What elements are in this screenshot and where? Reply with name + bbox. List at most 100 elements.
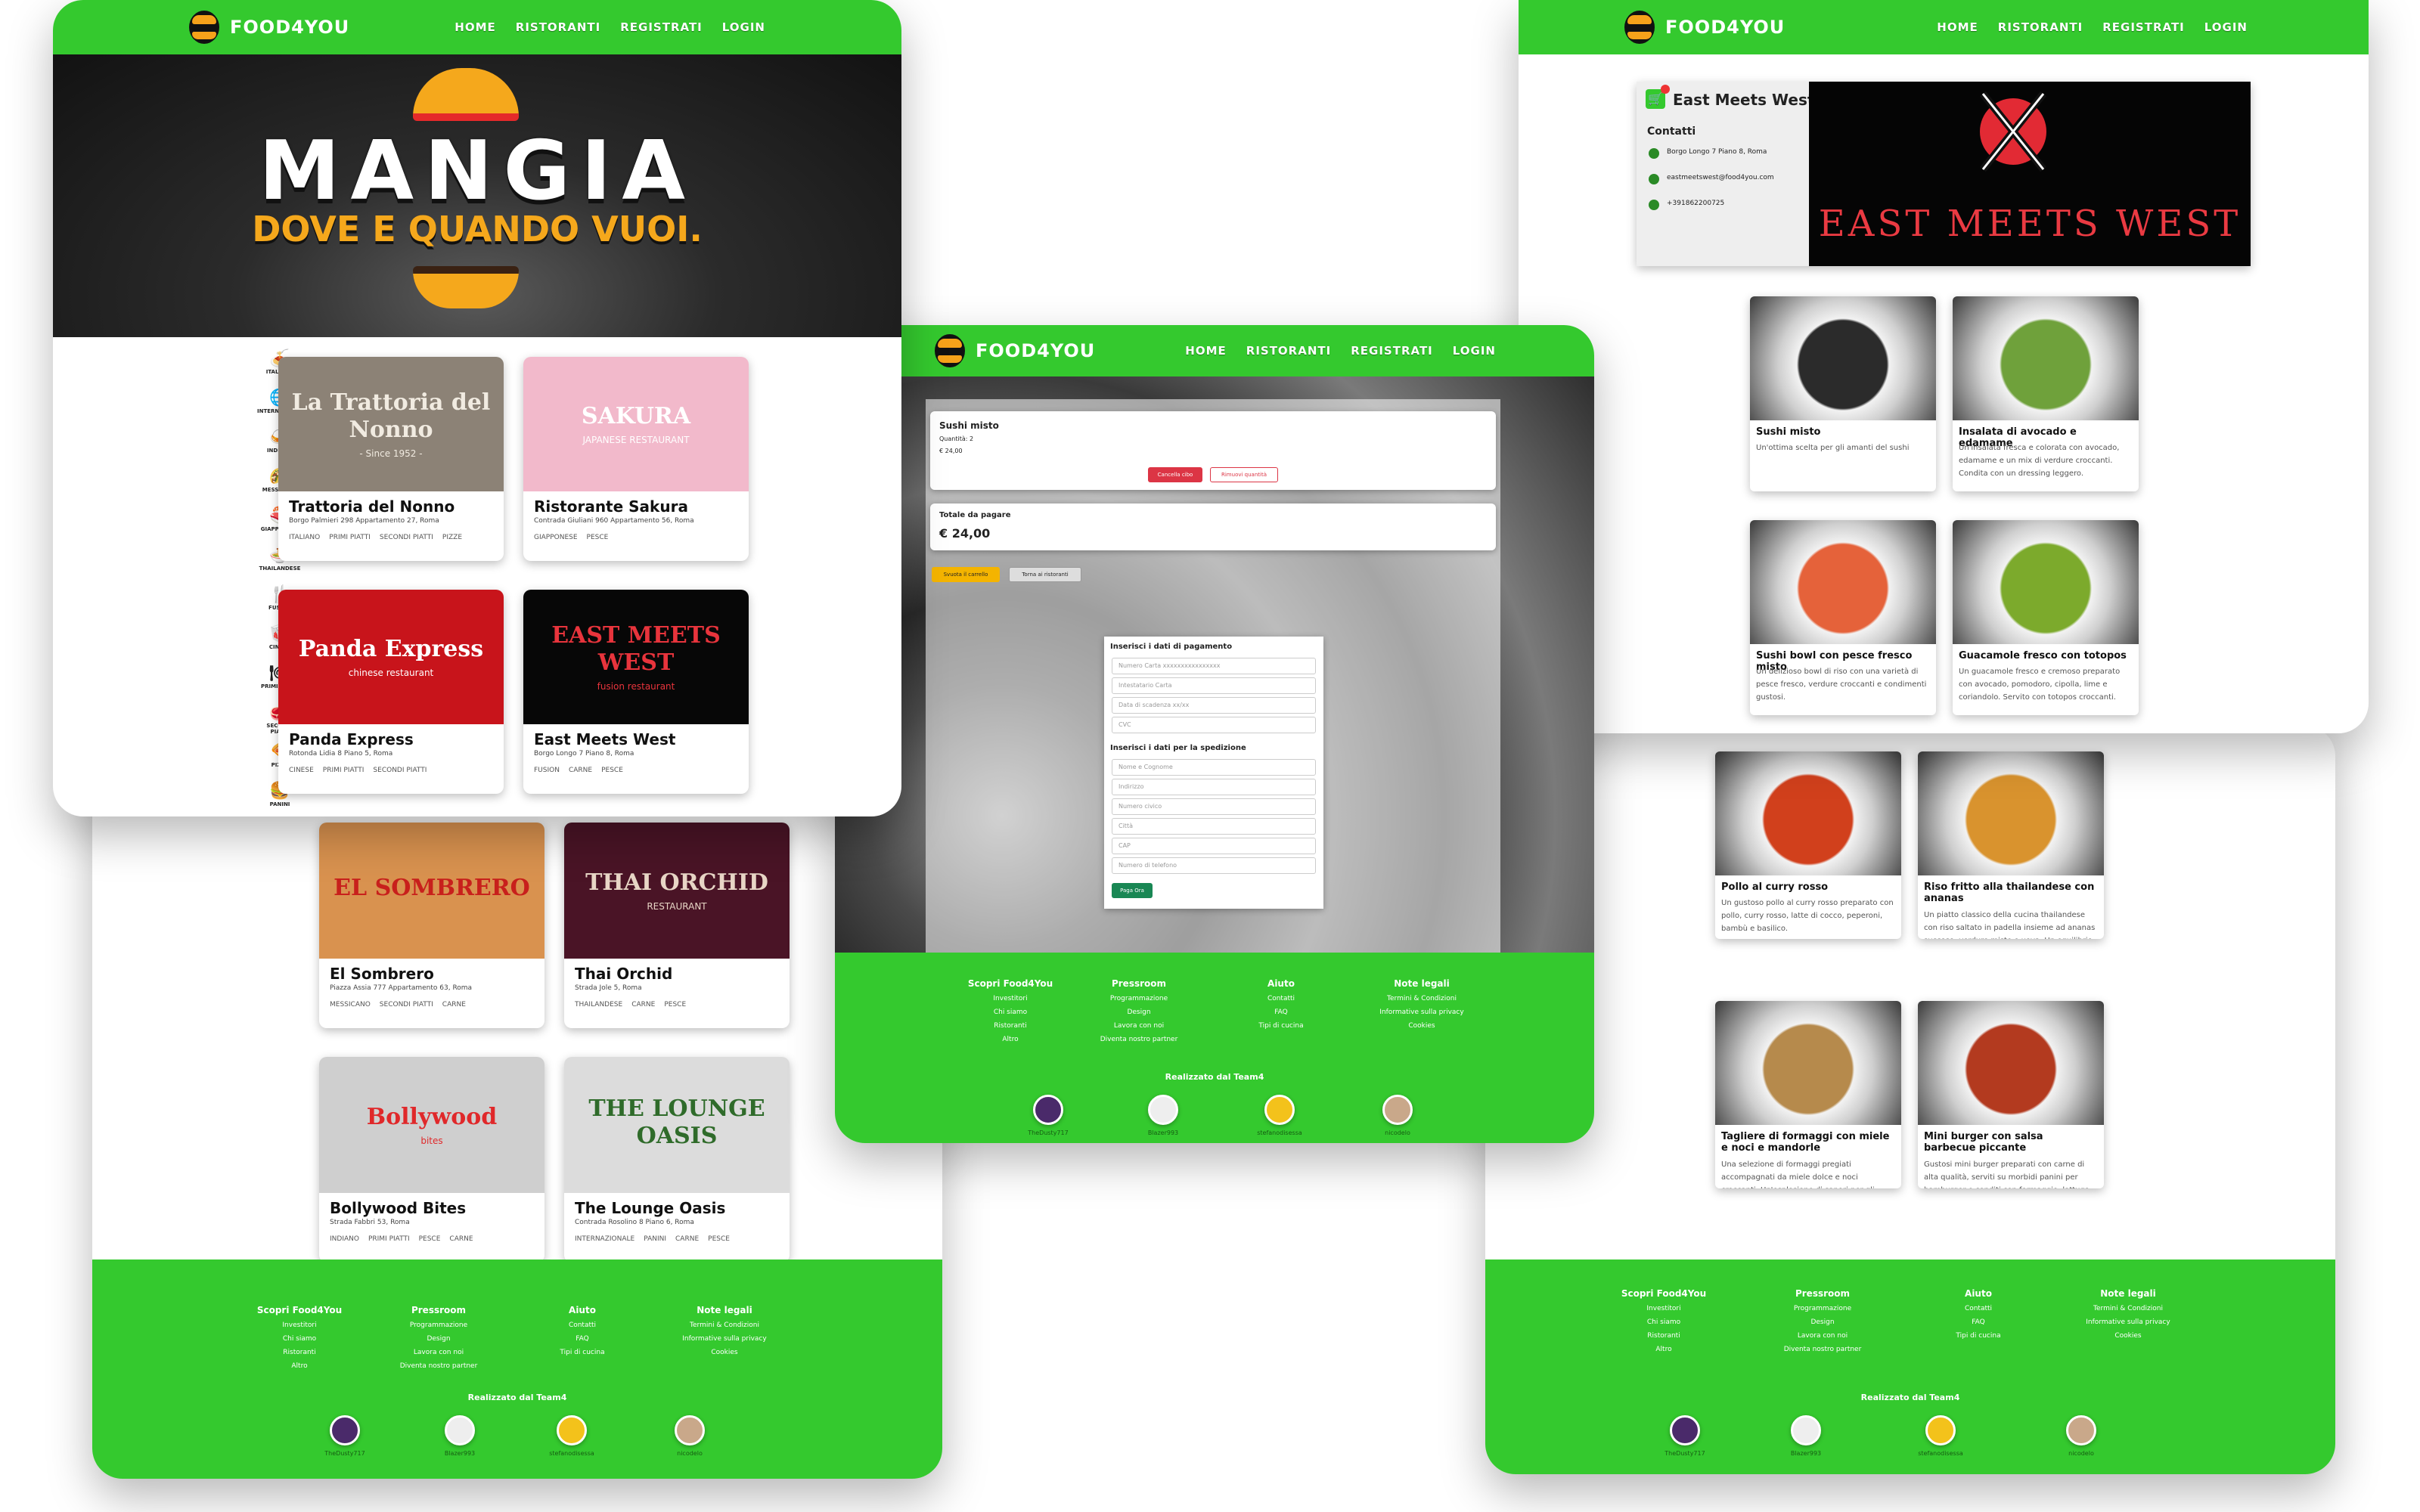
team-member-avatar[interactable] <box>675 1415 705 1445</box>
payment-input[interactable]: CVC <box>1112 717 1316 733</box>
restaurant-card[interactable]: EL SOMBRERO El Sombrero Piazza Assia 777 A… <box>319 823 544 1028</box>
footer-link[interactable]: Lavora con noi <box>386 1346 492 1359</box>
team-member-name[interactable]: nicodelo <box>2040 1450 2123 1457</box>
footer-link[interactable]: Design <box>1086 1005 1192 1019</box>
team-member-avatar[interactable] <box>1925 1415 1956 1445</box>
team-member-avatar[interactable] <box>330 1415 360 1445</box>
footer-link[interactable]: Cookies <box>1369 1019 1475 1033</box>
shipping-input[interactable]: CAP <box>1112 838 1316 854</box>
footer-link[interactable]: Altro <box>1611 1343 1717 1356</box>
category-tag[interactable]: CARNE <box>631 1001 655 1009</box>
category-tag[interactable]: PIZZE <box>442 534 462 541</box>
restaurant-name[interactable]: East Meets West <box>534 730 741 748</box>
category-tag[interactable]: CARNE <box>442 1001 466 1009</box>
contact-email[interactable]: eastmeetswest@food4you.com <box>1667 174 1774 181</box>
restaurant-card[interactable]: SAKURA JAPANESE RESTAURANT Ristorante Saku… <box>523 357 749 561</box>
category-tag[interactable]: INDIANO <box>330 1235 359 1243</box>
shipping-input[interactable]: Città <box>1112 818 1316 835</box>
footer-link[interactable]: Investitori <box>1611 1302 1717 1315</box>
category-tag[interactable]: SECONDI PIATTI <box>380 1001 433 1009</box>
dish-card[interactable]: Pollo al curry rosso Un gustoso pollo al … <box>1715 751 1901 939</box>
footer-link[interactable]: Chi siamo <box>1611 1315 1717 1329</box>
footer-link[interactable]: Programmazione <box>386 1318 492 1332</box>
footer-link[interactable]: Investitori <box>957 992 1063 1005</box>
footer-link[interactable]: Lavora con noi <box>1086 1019 1192 1033</box>
dish-card[interactable]: Mini burger con salsa barbecue piccante G… <box>1918 1001 2104 1188</box>
category-tag[interactable]: SECONDI PIATTI <box>380 534 433 541</box>
team-member-name[interactable]: TheDusty717 <box>303 1450 386 1457</box>
restaurant-card[interactable]: EAST MEETS WEST fusion restaurant East Mee… <box>523 590 749 794</box>
team-member-avatar[interactable] <box>1264 1095 1295 1125</box>
footer-link[interactable]: Contatti <box>1925 1302 2031 1315</box>
nav-home[interactable]: HOME <box>1937 20 1978 34</box>
category-tag[interactable]: CINESE <box>289 767 314 774</box>
footer-link[interactable]: Diventa nostro partner <box>1770 1343 1876 1356</box>
nav-login[interactable]: LOGIN <box>722 20 765 34</box>
category-tag[interactable]: CARNE <box>675 1235 699 1243</box>
footer-link[interactable]: Tipi di cucina <box>529 1346 635 1359</box>
dish-card[interactable]: Sushi misto Un'ottima scelta per gli aman… <box>1750 296 1936 491</box>
category-tag[interactable]: THAILANDESE <box>575 1001 622 1009</box>
category-tag[interactable]: INTERNAZIONALE <box>575 1235 634 1243</box>
brand-logo[interactable]: FOOD4YOU <box>935 334 1095 367</box>
nav-home[interactable]: HOME <box>455 20 495 34</box>
footer-link[interactable]: Termini & Condizioni <box>672 1318 777 1332</box>
category-tag[interactable]: GIAPPONESE <box>534 534 578 541</box>
cart-icon[interactable]: 🛒 <box>1646 85 1670 109</box>
footer-link[interactable]: Diventa nostro partner <box>1086 1033 1192 1046</box>
team-member-avatar[interactable] <box>445 1415 475 1445</box>
category-tag[interactable]: PESCE <box>601 767 623 774</box>
category-tag[interactable]: PRIMI PIATTI <box>329 534 371 541</box>
shipping-input[interactable]: Numero di telefono <box>1112 857 1316 874</box>
brand-logo[interactable]: FOOD4YOU <box>189 11 349 44</box>
team-member-avatar[interactable] <box>1148 1095 1178 1125</box>
shipping-input[interactable]: Numero civico <box>1112 798 1316 815</box>
category-tag[interactable]: SECONDI PIATTI <box>373 767 427 774</box>
empty-cart-button[interactable]: Svuota il carrello <box>932 567 1000 582</box>
nav-login[interactable]: LOGIN <box>1453 344 1496 358</box>
team-member-avatar[interactable] <box>1033 1095 1063 1125</box>
category-tag[interactable]: PANINI <box>644 1235 666 1243</box>
team-member-avatar[interactable] <box>2066 1415 2096 1445</box>
footer-link[interactable]: Chi siamo <box>957 1005 1063 1019</box>
nav-ristoranti[interactable]: RISTORANTI <box>1246 344 1331 358</box>
footer-link[interactable]: Design <box>386 1332 492 1346</box>
footer-link[interactable]: Investitori <box>247 1318 352 1332</box>
footer-link[interactable]: Contatti <box>1228 992 1334 1005</box>
team-member-avatar[interactable] <box>1670 1415 1700 1445</box>
category-tag[interactable]: ITALIANO <box>289 534 320 541</box>
restaurant-card[interactable]: THE LOUNGE OASIS The Lounge Oasis Contrada… <box>564 1057 790 1263</box>
footer-link[interactable]: Termini & Condizioni <box>2075 1302 2181 1315</box>
category-tag[interactable]: PRIMI PIATTI <box>368 1235 410 1243</box>
payment-input[interactable]: Numero Carta xxxxxxxxxxxxxxxx <box>1112 658 1316 674</box>
brand-logo[interactable]: FOOD4YOU <box>1624 11 1785 44</box>
footer-link[interactable]: Cookies <box>672 1346 777 1359</box>
footer-link[interactable]: Contatti <box>529 1318 635 1332</box>
team-member-name[interactable]: nicodelo <box>1356 1129 1439 1136</box>
team-member-name[interactable]: nicodelo <box>648 1450 731 1457</box>
restaurant-card[interactable]: Bollywood bites Bollywood Bites Strada Fabb… <box>319 1057 544 1263</box>
restaurant-name[interactable]: El Sombrero <box>330 965 537 983</box>
footer-link[interactable]: Cookies <box>2075 1329 2181 1343</box>
footer-link[interactable]: Ristoranti <box>1611 1329 1717 1343</box>
nav-registrati[interactable]: REGISTRATI <box>620 20 703 34</box>
footer-link[interactable]: Termini & Condizioni <box>1369 992 1475 1005</box>
footer-link[interactable]: Informative sulla privacy <box>672 1332 777 1346</box>
back-to-restaurants-button[interactable]: Torna ai ristoranti <box>1009 567 1081 582</box>
restaurant-card[interactable]: Panda Express chinese restaurant Panda Exp… <box>278 590 504 794</box>
footer-link[interactable]: Altro <box>957 1033 1063 1046</box>
category-tag[interactable]: CARNE <box>569 767 592 774</box>
team-member-name[interactable]: Blazer993 <box>1122 1129 1205 1136</box>
restaurant-name[interactable]: Trattoria del Nonno <box>289 497 496 516</box>
team-member-avatar[interactable] <box>1382 1095 1413 1125</box>
footer-link[interactable]: Programmazione <box>1770 1302 1876 1315</box>
payment-input[interactable]: Data di scadenza xx/xx <box>1112 697 1316 714</box>
footer-link[interactable]: Ristoranti <box>957 1019 1063 1033</box>
footer-link[interactable]: Informative sulla privacy <box>2075 1315 2181 1329</box>
pay-now-button[interactable]: Paga Ora <box>1112 883 1153 898</box>
footer-link[interactable]: FAQ <box>1925 1315 2031 1329</box>
footer-link[interactable]: Lavora con noi <box>1770 1329 1876 1343</box>
payment-input[interactable]: Intestatario Carta <box>1112 677 1316 694</box>
category-tag[interactable]: PESCE <box>664 1001 686 1009</box>
restaurant-name[interactable]: Thai Orchid <box>575 965 782 983</box>
